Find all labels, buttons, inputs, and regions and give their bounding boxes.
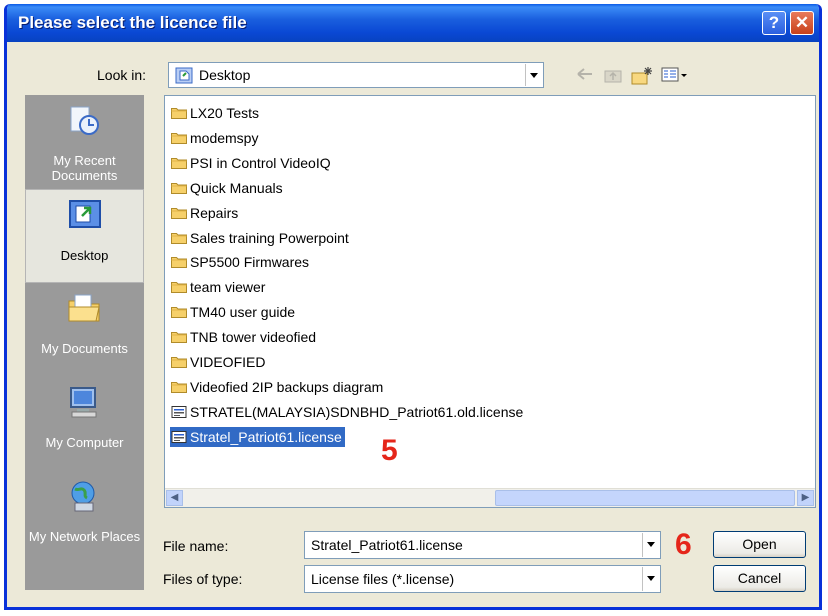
list-item-label: TM40 user guide	[190, 304, 296, 321]
list-item-folder[interactable]: modemspy	[170, 128, 261, 148]
list-item-folder[interactable]: Repairs	[170, 203, 241, 223]
place-label: My Documents	[41, 341, 128, 356]
recent-documents-icon	[70, 106, 99, 135]
look-in-dropdown[interactable]: Desktop	[168, 62, 544, 88]
list-item-folder[interactable]: Quick Manuals	[170, 178, 286, 198]
places-bar: My Recent Documents Desktop My Documents…	[25, 95, 144, 590]
list-item-label: Quick Manuals	[190, 179, 283, 196]
scrollbar-thumb[interactable]	[495, 490, 795, 506]
file-name-value: Stratel_Patriot61.license	[311, 537, 463, 553]
close-button[interactable]: ✕	[790, 11, 814, 35]
chevron-down-icon[interactable]	[642, 567, 659, 591]
step-5-annotation: 5	[381, 434, 398, 467]
chevron-down-icon[interactable]	[525, 64, 542, 86]
folder-icon	[171, 207, 187, 219]
file-type-select[interactable]: License files (*.license)	[304, 565, 661, 593]
list-item-folder[interactable]: VIDEOFIED	[170, 352, 268, 372]
list-item-label: team viewer	[190, 279, 266, 296]
list-item-file[interactable]: STRATEL(MALAYSIA)SDNBHD_Patriot61.old.li…	[170, 402, 526, 422]
step-6-annotation: 6	[675, 528, 692, 561]
scroll-right-icon[interactable]: ▶	[797, 490, 814, 506]
list-item-folder[interactable]: TNB tower videofied	[170, 327, 319, 347]
place-label: My Recent Documents	[51, 153, 118, 183]
close-icon: ✕	[794, 13, 810, 32]
folder-icon	[171, 132, 187, 144]
list-item-label: TNB tower videofied	[190, 329, 317, 346]
dialog-title: Please select the licence file	[18, 13, 247, 32]
list-item-folder[interactable]: TM40 user guide	[170, 302, 298, 322]
folder-icon	[171, 108, 187, 119]
list-item-label: LX20 Tests	[190, 105, 260, 121]
file-name-label: File name:	[163, 538, 229, 554]
folder-icon	[171, 332, 187, 344]
list-item-label: Sales training Powerpoint	[190, 229, 349, 246]
desktop-small-icon	[175, 67, 193, 84]
folder-icon	[171, 282, 187, 294]
title-bar: Please select the licence file ? ✕	[7, 4, 819, 42]
my-documents-icon	[68, 294, 100, 322]
list-item-label: SP5500 Firmwares	[190, 254, 310, 271]
file-type-value: License files (*.license)	[311, 571, 455, 587]
list-item-folder[interactable]: Sales training Powerpoint	[170, 228, 352, 248]
my-computer-icon	[70, 387, 97, 418]
look-in-value: Desktop	[199, 67, 251, 83]
list-item-folder[interactable]: team viewer	[170, 277, 268, 297]
file-dialog: Please select the licence file ? ✕ Look …	[4, 4, 822, 610]
place-label: Desktop	[60, 248, 109, 263]
place-label: My Network Places	[28, 529, 141, 544]
folder-icon	[171, 381, 187, 393]
folder-icon	[171, 307, 187, 319]
list-item-label: Repairs	[190, 204, 239, 221]
file-type-label: Files of type:	[163, 571, 243, 587]
scroll-left-icon[interactable]: ◀	[166, 490, 183, 506]
place-recent-documents[interactable]: My Recent Documents	[25, 95, 144, 189]
folder-icon	[171, 232, 187, 244]
folder-icon	[171, 157, 187, 169]
back-icon[interactable]	[576, 66, 594, 82]
look-in-label: Look in:	[97, 67, 147, 83]
new-folder-icon[interactable]	[631, 66, 653, 86]
list-item-label: Stratel_Patriot61.license	[190, 428, 342, 445]
desktop-icon	[69, 200, 101, 228]
list-item-label: STRATEL(MALAYSIA)SDNBHD_Patriot61.old.li…	[190, 403, 524, 420]
open-button[interactable]: Open	[713, 531, 806, 558]
network-places-icon	[71, 481, 95, 512]
list-item-file[interactable]: Stratel_Patriot61.license	[170, 426, 345, 447]
place-network-places[interactable]: My Network Places	[25, 471, 144, 565]
place-my-computer[interactable]: My Computer	[25, 377, 144, 471]
list-item-label: VIDEOFIED	[190, 354, 266, 370]
place-my-documents[interactable]: My Documents	[25, 283, 144, 377]
place-desktop[interactable]: Desktop	[25, 189, 144, 283]
horizontal-scrollbar[interactable]: ◀ ▶	[165, 488, 815, 507]
list-item-folder[interactable]: Videofied 2IP backups diagram	[170, 377, 386, 397]
folder-icon	[171, 257, 187, 269]
list-item-folder[interactable]: SP5500 Firmwares	[170, 252, 312, 272]
view-menu-icon[interactable]	[661, 66, 689, 84]
list-item-label: Videofied 2IP backups diagram	[190, 378, 384, 395]
file-list[interactable]: LX20 Tests modemspy PSI in Control VideoIQ…	[164, 95, 816, 508]
list-item-folder[interactable]: LX20 Tests	[170, 103, 262, 123]
folder-icon	[171, 357, 187, 368]
list-item-label: modemspy	[190, 129, 259, 146]
cancel-button[interactable]: Cancel	[713, 565, 806, 592]
up-folder-icon[interactable]	[603, 66, 623, 84]
license-file-icon	[171, 405, 187, 418]
list-item-label: PSI in Control VideoIQ	[190, 154, 331, 171]
license-file-icon	[171, 430, 187, 443]
chevron-down-icon[interactable]	[642, 533, 659, 557]
help-icon: ?	[768, 13, 780, 32]
folder-icon	[171, 182, 187, 194]
file-name-input[interactable]: Stratel_Patriot61.license	[304, 531, 661, 559]
list-item-folder[interactable]: PSI in Control VideoIQ	[170, 153, 334, 173]
help-button[interactable]: ?	[762, 11, 786, 35]
place-label: My Computer	[45, 435, 124, 450]
